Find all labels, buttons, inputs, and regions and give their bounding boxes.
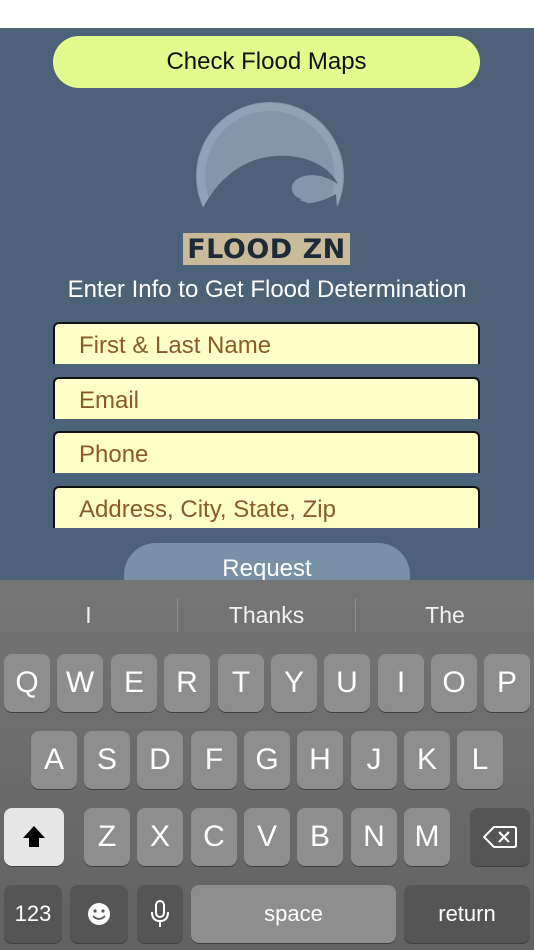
shift-icon <box>23 826 45 847</box>
shift-key[interactable] <box>4 808 64 866</box>
key-y[interactable]: Y <box>271 654 317 712</box>
key-n[interactable]: N <box>351 808 397 866</box>
microphone-icon <box>151 900 169 927</box>
emoji-key[interactable] <box>70 885 128 943</box>
address-field[interactable] <box>53 486 480 528</box>
dictation-key[interactable] <box>137 885 183 943</box>
key-o[interactable]: O <box>431 654 477 712</box>
key-f[interactable]: F <box>191 731 237 789</box>
key-q[interactable]: Q <box>4 654 50 712</box>
suggestion-2[interactable]: Thanks <box>178 580 355 650</box>
key-a[interactable]: A <box>31 731 77 789</box>
key-v[interactable]: V <box>244 808 290 866</box>
space-key[interactable]: space <box>191 885 396 943</box>
status-bar <box>0 0 534 28</box>
keyboard: I Thanks The Q W E R T Y U I O P A S D F… <box>0 580 534 950</box>
numbers-key[interactable]: 123 <box>4 885 62 943</box>
suggestion-3[interactable]: The <box>356 580 534 650</box>
key-s[interactable]: S <box>84 731 130 789</box>
name-field[interactable] <box>53 322 480 364</box>
form-subtitle: Enter Info to Get Flood Determination <box>67 276 467 303</box>
key-k[interactable]: K <box>404 731 450 789</box>
logo-wordmark: FLOOD ZN <box>183 233 350 265</box>
key-b[interactable]: B <box>297 808 343 866</box>
key-g[interactable]: G <box>244 731 290 789</box>
key-m[interactable]: M <box>404 808 450 866</box>
key-i[interactable]: I <box>378 654 424 712</box>
key-e[interactable]: E <box>111 654 157 712</box>
return-key[interactable]: return <box>404 885 530 943</box>
suggestion-1[interactable]: I <box>0 580 177 650</box>
email-field[interactable] <box>53 377 480 419</box>
backspace-icon <box>483 826 517 848</box>
check-flood-maps-button[interactable]: Check Flood Maps <box>53 36 480 88</box>
key-t[interactable]: T <box>218 654 264 712</box>
delete-key[interactable] <box>470 808 530 866</box>
key-j[interactable]: J <box>351 731 397 789</box>
key-x[interactable]: X <box>137 808 183 866</box>
app-screen: Check Flood Maps FLOOD ZN Enter Info to … <box>0 28 534 580</box>
key-w[interactable]: W <box>57 654 103 712</box>
key-u[interactable]: U <box>324 654 370 712</box>
key-z[interactable]: Z <box>84 808 130 866</box>
key-r[interactable]: R <box>164 654 210 712</box>
key-h[interactable]: H <box>297 731 343 789</box>
predictive-bar: I Thanks The <box>0 580 534 650</box>
key-l[interactable]: L <box>457 731 503 789</box>
emoji-icon <box>88 903 110 925</box>
phone-field[interactable] <box>53 431 480 473</box>
request-button[interactable]: Request <box>124 543 410 580</box>
wave-logo-icon <box>197 103 343 250</box>
key-p[interactable]: P <box>484 654 530 712</box>
key-d[interactable]: D <box>137 731 183 789</box>
key-c[interactable]: C <box>191 808 237 866</box>
